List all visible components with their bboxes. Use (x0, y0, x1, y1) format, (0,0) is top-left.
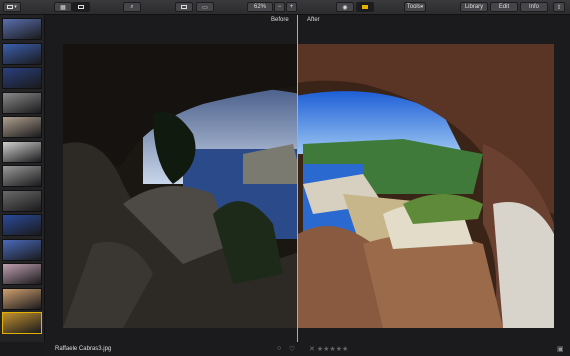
zoom-out-button[interactable]: − (274, 2, 285, 12)
filter-icon: ⌕ (130, 3, 134, 10)
image-viewer: Before After (45, 15, 570, 342)
tools-menu-button[interactable]: Tools ▾ (404, 2, 426, 12)
before-after-divider[interactable] (297, 15, 298, 342)
before-label: Before (271, 17, 289, 23)
label-circle-icon[interactable]: ○ (277, 345, 281, 352)
compare-button[interactable]: ▭ (196, 2, 214, 12)
view-icon (7, 5, 14, 9)
grid-icon: ▦ (60, 4, 66, 11)
filmstrip-thumbnail[interactable] (2, 140, 42, 163)
filmstrip-thumbnail[interactable] (2, 18, 42, 40)
filmstrip-thumbnail[interactable] (2, 238, 42, 261)
eye-button[interactable]: ◉ (336, 2, 354, 12)
filmstrip-thumbnail[interactable] (2, 312, 42, 334)
top-toolbar: ▾ ▦ ⌕ ▭ 62% − + ◉ Tools ▾ Library Edit In… (0, 0, 570, 15)
filmstrip-thumbnail[interactable] (2, 91, 42, 114)
trash-icon[interactable]: ▣ (557, 345, 564, 353)
before-after-button[interactable] (356, 2, 374, 12)
crop-button[interactable] (175, 2, 193, 12)
favorite-heart-icon[interactable]: ♡ (289, 345, 295, 353)
filmstrip-thumbnail[interactable] (2, 287, 42, 310)
single-view-button[interactable] (72, 2, 90, 12)
share-button[interactable]: ⇧ (553, 2, 565, 12)
reject-icon[interactable]: ✕ (309, 346, 315, 353)
cave-photo (63, 44, 554, 328)
edit-tab[interactable]: Edit (490, 2, 518, 12)
crop-icon (181, 5, 187, 9)
filename: Raffaele Cabras3.jpg (55, 346, 112, 352)
filmstrip-thumbnail[interactable] (2, 165, 42, 187)
info-tab[interactable]: Info (520, 2, 548, 12)
filmstrip-thumbnail[interactable] (2, 189, 42, 212)
filmstrip-thumbnail[interactable] (2, 116, 42, 138)
zoom-in-button[interactable]: + (286, 2, 297, 12)
filmstrip (0, 15, 45, 342)
star-rating[interactable]: ✕☆★★★★★★★★★★ (309, 345, 348, 353)
before-after-icon (362, 5, 368, 9)
eye-icon: ◉ (342, 4, 348, 11)
grid-view-button[interactable]: ▦ (54, 2, 72, 12)
filmstrip-thumbnail[interactable] (2, 214, 42, 236)
filmstrip-thumbnail[interactable] (2, 263, 42, 285)
view-menu-button[interactable]: ▾ (3, 2, 21, 12)
filmstrip-thumbnail[interactable] (2, 67, 42, 89)
filmstrip-thumbnail[interactable] (2, 42, 42, 65)
library-tab[interactable]: Library (460, 2, 488, 12)
share-icon: ⇧ (556, 4, 562, 11)
compare-icon: ▭ (202, 4, 208, 11)
zoom-level-button[interactable]: 62% (247, 2, 273, 12)
after-label: After (307, 17, 320, 23)
status-bar: Raffaele Cabras3.jpg ○ ♡ ✕☆★★★★★★★★★★ ▣ (45, 342, 570, 356)
filter-button[interactable]: ⌕ (123, 2, 141, 12)
single-view-icon (78, 5, 84, 9)
photo-canvas[interactable] (63, 44, 554, 328)
